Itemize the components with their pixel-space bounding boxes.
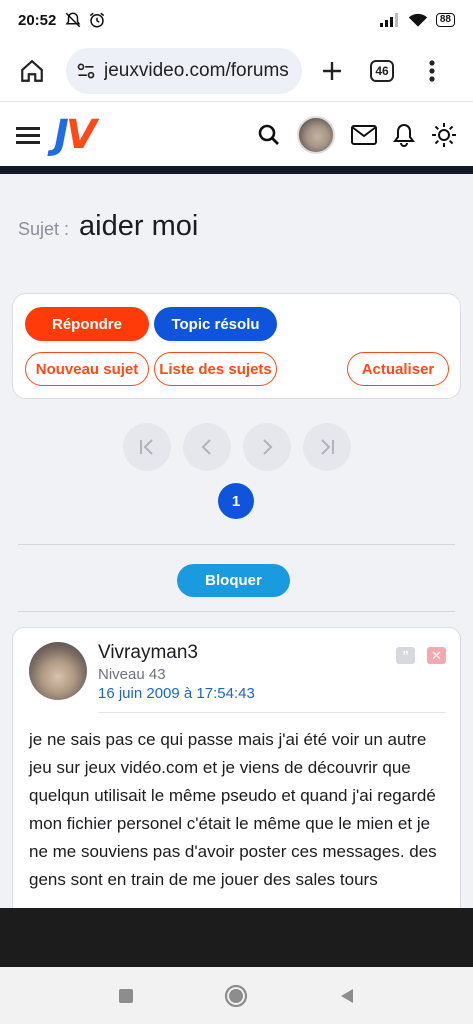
pagination	[0, 423, 473, 471]
new-topic-button[interactable]: Nouveau sujet	[25, 352, 149, 386]
browser-toolbar: jeuxvideo.com/forums 46	[0, 40, 473, 102]
last-page-button[interactable]	[302, 423, 351, 471]
reply-button[interactable]: Répondre	[25, 307, 149, 341]
site-logo[interactable]: JV	[54, 112, 97, 158]
topic-actions-card: Répondre Topic résolu Nouveau sujet List…	[12, 293, 461, 399]
status-bar: 20:52 88	[0, 0, 473, 40]
chevron-left-icon	[201, 439, 211, 455]
new-tab-button[interactable]	[312, 51, 352, 91]
header-divider	[0, 166, 473, 174]
system-nav-bar	[0, 967, 473, 1024]
author-level: Niveau 43	[98, 666, 166, 683]
post-author[interactable]: Vivrayman3	[98, 642, 198, 664]
topic-heading: Sujet : aider moi	[18, 210, 198, 243]
quote-icon[interactable]: ”	[396, 647, 415, 664]
browser-menu-button[interactable]	[412, 51, 452, 91]
search-icon[interactable]	[257, 123, 281, 147]
url-bar[interactable]: jeuxvideo.com/forums	[66, 47, 302, 94]
back-nav-icon[interactable]	[338, 987, 356, 1005]
first-page-icon	[139, 439, 153, 455]
battery-icon: 88	[435, 13, 455, 27]
theme-sun-icon[interactable]	[431, 122, 457, 148]
status-time: 20:52	[18, 11, 57, 29]
alarm-icon	[90, 12, 105, 28]
tab-count: 46	[370, 59, 394, 82]
delete-icon[interactable]: ✕	[427, 647, 446, 664]
overlay-bar	[0, 908, 473, 967]
block-button[interactable]: Bloquer	[177, 564, 290, 597]
post-body: je ne sais pas ce qui passe mais j'ai ét…	[29, 730, 437, 889]
divider	[18, 544, 455, 545]
home-button[interactable]	[12, 51, 52, 91]
next-page-button[interactable]	[242, 423, 291, 471]
divider	[18, 611, 455, 612]
home-icon	[21, 59, 43, 82]
forum-post: Vivrayman3 Niveau 43 16 juin 2009 à 17:5…	[12, 627, 461, 927]
author-avatar[interactable]	[29, 642, 87, 700]
first-page-button[interactable]	[122, 423, 171, 471]
site-settings-icon	[77, 62, 95, 78]
post-header-divider	[98, 712, 446, 713]
tab-switcher-button[interactable]: 46	[362, 51, 402, 91]
chevron-right-icon	[262, 439, 272, 455]
recent-apps-icon[interactable]	[118, 988, 134, 1004]
hamburger-menu-icon[interactable]	[16, 125, 40, 145]
user-avatar[interactable]	[297, 116, 335, 154]
topic-list-button[interactable]: Liste des sujets	[154, 352, 277, 386]
topic-title: aider moi	[79, 210, 199, 242]
notifications-off-icon	[65, 12, 81, 28]
last-page-icon	[320, 439, 334, 455]
post-date[interactable]: 16 juin 2009 à 17:54:43	[98, 685, 255, 702]
url-text: jeuxvideo.com/forums	[104, 59, 289, 81]
plus-icon	[323, 61, 341, 80]
topic-label: Sujet :	[18, 219, 70, 239]
bell-icon[interactable]	[393, 123, 415, 147]
site-header: JV	[0, 102, 473, 168]
home-nav-icon[interactable]	[224, 984, 248, 1008]
wifi-icon	[408, 13, 428, 27]
refresh-button[interactable]: Actualiser	[347, 352, 449, 386]
previous-page-button[interactable]	[182, 423, 231, 471]
signal-icon	[379, 13, 398, 27]
mail-icon[interactable]	[351, 125, 377, 145]
current-page[interactable]: 1	[218, 483, 254, 519]
topic-resolved-button[interactable]: Topic résolu	[154, 307, 277, 341]
more-vertical-icon	[429, 59, 435, 82]
